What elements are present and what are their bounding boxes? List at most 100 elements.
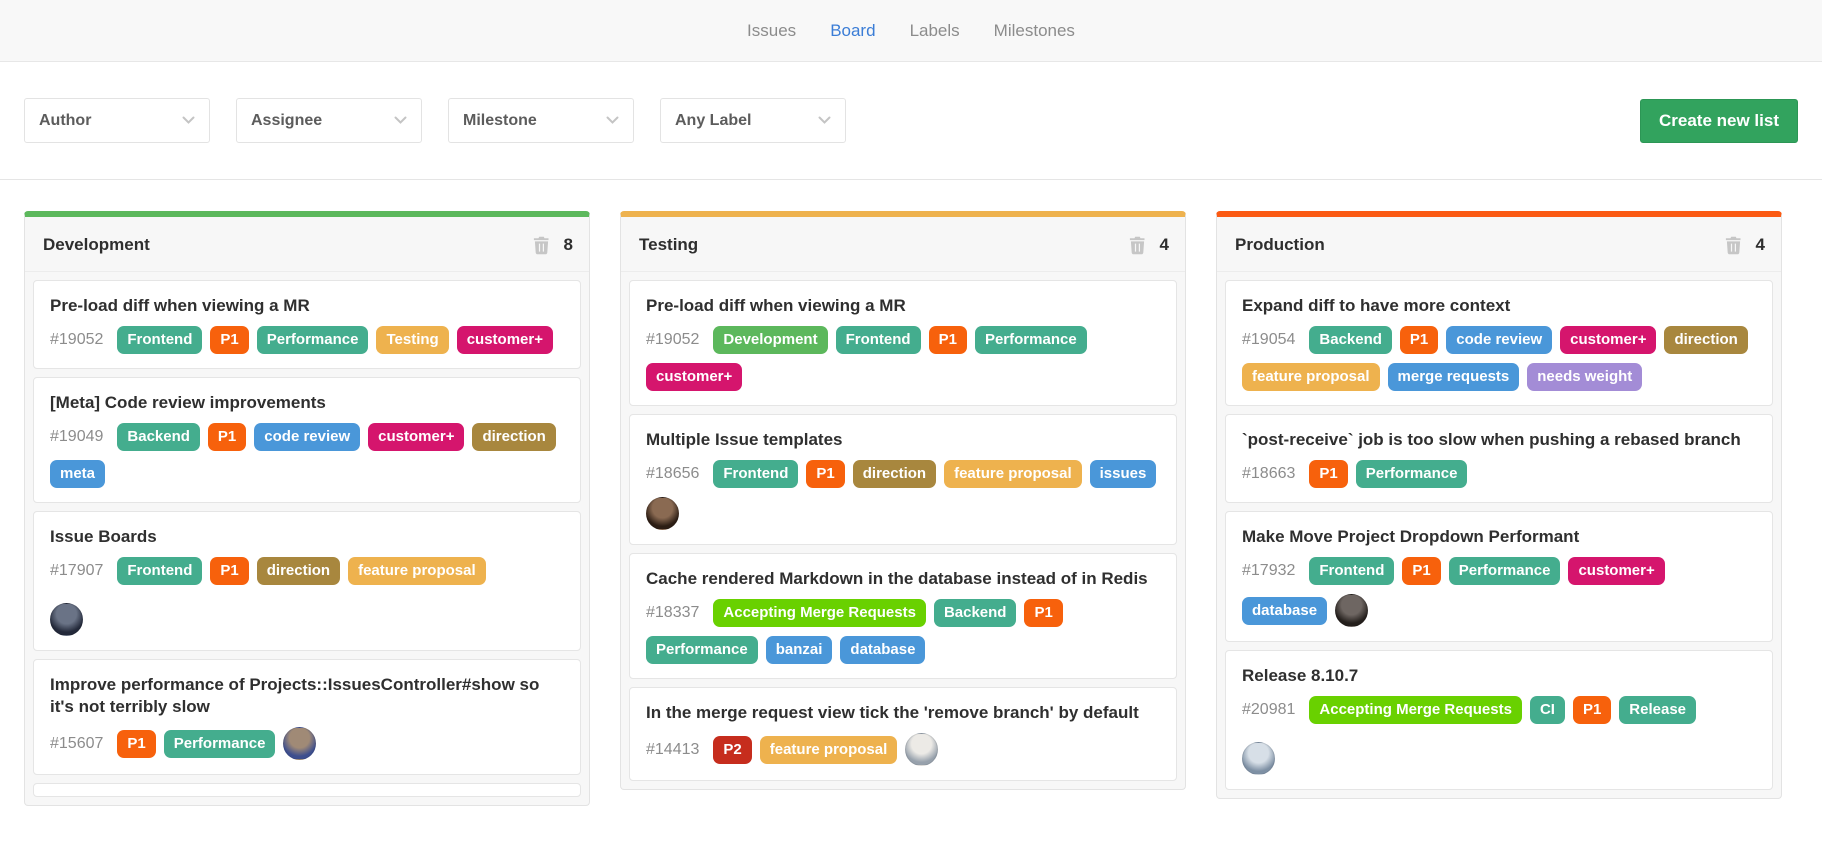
label-pill[interactable]: Frontend — [713, 460, 798, 488]
issue-board: Development 8 Pre-load diff when viewing a… — [0, 180, 1822, 806]
delete-list-trash-icon[interactable] — [1129, 236, 1146, 255]
label-pill[interactable]: Frontend — [117, 557, 202, 585]
issue-card[interactable]: Make Move Project Dropdown Performant#17… — [1225, 511, 1773, 642]
label-pill[interactable]: P1 — [929, 326, 967, 354]
label-pill[interactable]: direction — [472, 423, 555, 451]
label-pill[interactable]: database — [1242, 597, 1327, 625]
issue-card[interactable]: Issue Boards#17907FrontendP1directionfea… — [33, 511, 581, 651]
label-pill[interactable]: meta — [50, 460, 105, 488]
label-pill[interactable]: Frontend — [1309, 557, 1394, 585]
issue-card[interactable]: [Meta] Code review improvements#19049Bac… — [33, 377, 581, 503]
label-pill[interactable]: P2 — [713, 736, 751, 764]
label-pill[interactable]: P1 — [208, 423, 246, 451]
issue-card[interactable]: `post-receive` job is too slow when push… — [1225, 414, 1773, 503]
assignee-avatar[interactable] — [905, 733, 938, 766]
assignee-avatar[interactable] — [283, 727, 316, 760]
issue-card[interactable]: Pre-load diff when viewing a MR#19052Dev… — [629, 280, 1177, 406]
card-list[interactable]: Pre-load diff when viewing a MR#19052Fro… — [25, 272, 589, 805]
issue-card-partial[interactable] — [33, 783, 581, 797]
label-pill[interactable]: merge requests — [1388, 363, 1520, 391]
label-pill[interactable]: P1 — [210, 326, 248, 354]
issue-card[interactable]: Pre-load diff when viewing a MR#19052Fro… — [33, 280, 581, 369]
label-pill[interactable]: customer+ — [457, 326, 553, 354]
label-pill[interactable]: Performance — [257, 326, 369, 354]
label-pill[interactable]: feature proposal — [348, 557, 486, 585]
label-pill[interactable]: Accepting Merge Requests — [1309, 696, 1522, 724]
label-pill[interactable]: P1 — [117, 730, 155, 758]
label-pill[interactable]: Backend — [117, 423, 200, 451]
issue-card[interactable]: Multiple Issue templates#18656FrontendP1… — [629, 414, 1177, 545]
label-pill[interactable]: P1 — [1024, 599, 1062, 627]
label-pill[interactable]: issues — [1090, 460, 1157, 488]
card-list[interactable]: Expand diff to have more context#19054Ba… — [1217, 272, 1781, 798]
label-pill[interactable]: code review — [254, 423, 360, 451]
issue-number: #18663 — [1242, 465, 1295, 483]
label-pill[interactable]: Development — [713, 326, 827, 354]
assignee-avatar[interactable] — [1242, 742, 1275, 775]
assignee-avatar[interactable] — [646, 497, 679, 530]
label-pill[interactable]: Frontend — [836, 326, 921, 354]
label-pill[interactable]: Accepting Merge Requests — [713, 599, 926, 627]
tab-issues[interactable]: Issues — [747, 21, 796, 41]
label-pill[interactable]: database — [840, 636, 925, 664]
column-title: Development — [43, 235, 533, 255]
board-column-testing: Testing4Pre-load diff when viewing a MR#… — [620, 211, 1186, 790]
card-list[interactable]: Pre-load diff when viewing a MR#19052Dev… — [621, 272, 1185, 789]
label-pill[interactable]: P1 — [1573, 696, 1611, 724]
issue-card[interactable]: Improve performance of Projects::IssuesC… — [33, 659, 581, 775]
tab-board[interactable]: Board — [830, 21, 875, 41]
label-pill[interactable]: feature proposal — [944, 460, 1082, 488]
label-pill[interactable]: direction — [257, 557, 340, 585]
label-pill[interactable]: Backend — [1309, 326, 1392, 354]
milestone-filter-dropdown[interactable]: Milestone — [448, 98, 634, 143]
label-pill[interactable]: CI — [1530, 696, 1565, 724]
label-pill[interactable]: customer+ — [646, 363, 742, 391]
issue-card[interactable]: Expand diff to have more context#19054Ba… — [1225, 280, 1773, 406]
label-pill[interactable]: customer+ — [1560, 326, 1656, 354]
label-pill[interactable]: P1 — [1400, 326, 1438, 354]
tab-milestones[interactable]: Milestones — [994, 21, 1075, 41]
issue-title: Pre-load diff when viewing a MR — [50, 295, 564, 317]
label-pill[interactable]: Performance — [164, 730, 276, 758]
assignee-avatar[interactable] — [50, 603, 83, 636]
issue-meta: #18337Accepting Merge RequestsBackendP1P… — [646, 599, 1160, 664]
label-pill[interactable]: customer+ — [1568, 557, 1664, 585]
label-pill[interactable]: customer+ — [368, 423, 464, 451]
label-pill[interactable]: P1 — [1402, 557, 1440, 585]
issue-card[interactable]: Release 8.10.7#20981Accepting Merge Requ… — [1225, 650, 1773, 790]
label-pill[interactable]: Frontend — [117, 326, 202, 354]
label-pill[interactable]: Performance — [1449, 557, 1561, 585]
label-pill[interactable]: banzai — [766, 636, 833, 664]
label-filter-dropdown[interactable]: Any Label — [660, 98, 846, 143]
issue-card[interactable]: In the merge request view tick the 'remo… — [629, 687, 1177, 781]
label-pill[interactable]: P1 — [806, 460, 844, 488]
tab-labels[interactable]: Labels — [910, 21, 960, 41]
label-pill[interactable]: Release — [1619, 696, 1696, 724]
issue-count-badge: 8 — [564, 235, 573, 255]
issue-meta: #19049BackendP1code reviewcustomer+direc… — [50, 423, 564, 488]
assignee-avatar[interactable] — [1335, 594, 1368, 627]
label-pill[interactable]: P1 — [210, 557, 248, 585]
label-pill[interactable]: direction — [853, 460, 936, 488]
label-pill[interactable]: direction — [1664, 326, 1747, 354]
label-pill[interactable]: Performance — [975, 326, 1087, 354]
label-pill[interactable]: P1 — [1309, 460, 1347, 488]
label-pill[interactable]: code review — [1446, 326, 1552, 354]
label-pill[interactable]: needs weight — [1527, 363, 1642, 391]
column-title: Testing — [639, 235, 1129, 255]
label-pill[interactable]: feature proposal — [760, 736, 898, 764]
issue-card[interactable]: Cache rendered Markdown in the database … — [629, 553, 1177, 679]
issue-title: Release 8.10.7 — [1242, 665, 1756, 687]
top-nav: Issues Board Labels Milestones — [0, 0, 1822, 62]
delete-list-trash-icon[interactable] — [1725, 236, 1742, 255]
label-pill[interactable]: feature proposal — [1242, 363, 1380, 391]
label-pill[interactable]: Performance — [646, 636, 758, 664]
label-pill[interactable]: Testing — [376, 326, 448, 354]
author-filter-dropdown[interactable]: Author — [24, 98, 210, 143]
label-pill[interactable]: Performance — [1356, 460, 1468, 488]
assignee-filter-dropdown[interactable]: Assignee — [236, 98, 422, 143]
create-new-list-button[interactable]: Create new list — [1640, 99, 1798, 143]
issue-title: `post-receive` job is too slow when push… — [1242, 429, 1756, 451]
label-pill[interactable]: Backend — [934, 599, 1017, 627]
delete-list-trash-icon[interactable] — [533, 236, 550, 255]
